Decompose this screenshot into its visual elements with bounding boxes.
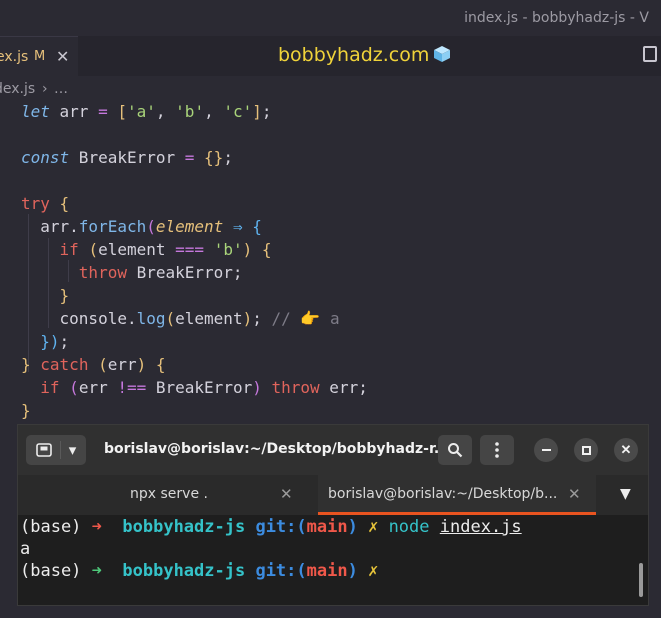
code-line: console.log(element); // 👉 a bbox=[21, 309, 340, 328]
modified-indicator: M bbox=[34, 49, 46, 64]
close-window-button[interactable]: ✕ bbox=[614, 438, 638, 462]
code-line: if (err !== BreakError) throw err; bbox=[40, 378, 368, 397]
terminal-icon bbox=[35, 443, 52, 457]
code-line: } catch (err) { bbox=[21, 355, 166, 374]
window-title: index.js - bobbyhadz-js - V bbox=[464, 10, 649, 26]
brand-banner: bobbyhadz.com bbox=[278, 44, 451, 66]
split-editor-icon[interactable] bbox=[643, 46, 657, 62]
code-line: let arr = ['a', 'b', 'c']; bbox=[21, 102, 272, 121]
new-tab-button[interactable]: ▾ bbox=[26, 435, 86, 465]
window-titlebar: index.js - bobbyhadz-js - V bbox=[0, 0, 661, 36]
breadcrumb: dex.js › … bbox=[0, 76, 661, 102]
code-line: } bbox=[21, 401, 31, 420]
minimize-button[interactable] bbox=[534, 438, 558, 462]
menu-button[interactable] bbox=[480, 435, 514, 465]
editor-tab-index-js[interactable]: ex.js M ✕ bbox=[0, 36, 78, 76]
terminal-output[interactable]: (base) ➜ bobbyhadz-js git:(main) ✗ node … bbox=[18, 515, 648, 605]
minimize-icon bbox=[541, 449, 551, 451]
terminal-tabs: npx serve . ✕ borislav@borislav:~/Deskto… bbox=[18, 475, 648, 515]
brand-text: bobbyhadz.com bbox=[278, 44, 430, 66]
code-line: const BreakError = {}; bbox=[21, 148, 233, 167]
terminal-line: a bbox=[20, 539, 31, 559]
code-line: try { bbox=[21, 194, 70, 213]
close-tab-icon[interactable]: ✕ bbox=[568, 485, 581, 503]
close-icon: ✕ bbox=[620, 442, 632, 457]
terminal-tab-label: npx serve . bbox=[130, 486, 208, 502]
code-line: throw BreakError; bbox=[78, 263, 243, 282]
search-icon bbox=[448, 443, 463, 458]
terminal-header: ▾ borislav@borislav:~/Desktop/bobbyhadz-… bbox=[18, 425, 648, 475]
chevron-down-icon: ▼ bbox=[620, 486, 631, 502]
maximize-icon bbox=[581, 445, 591, 455]
close-tab-icon[interactable]: ✕ bbox=[56, 47, 69, 67]
terminal-tab-label: borislav@borislav:~/Desktop/b... bbox=[328, 486, 558, 502]
close-tab-icon[interactable]: ✕ bbox=[280, 485, 293, 503]
terminal-line: (base) ➜ bobbyhadz-js git:(main) ✗ bbox=[20, 561, 379, 581]
code-line: }); bbox=[40, 332, 70, 351]
terminal-scrollbar[interactable] bbox=[639, 563, 643, 597]
breadcrumb-separator-icon: › bbox=[42, 81, 48, 97]
chevron-down-icon[interactable]: ▾ bbox=[69, 441, 77, 459]
code-line: } bbox=[59, 286, 70, 305]
maximize-button[interactable] bbox=[574, 438, 598, 462]
tabs-dropdown-button[interactable]: ▼ bbox=[596, 475, 648, 515]
search-button[interactable] bbox=[438, 435, 472, 465]
breadcrumb-file[interactable]: dex.js bbox=[0, 81, 35, 97]
terminal-line: (base) ➜ bobbyhadz-js git:(main) ✗ node … bbox=[20, 517, 522, 537]
kebab-menu-icon bbox=[495, 442, 499, 458]
cube-icon bbox=[434, 46, 451, 62]
editor-tabs-bar: ex.js M ✕ bobbyhadz.com bbox=[0, 36, 661, 76]
terminal-window: ▾ borislav@borislav:~/Desktop/bobbyhadz-… bbox=[17, 424, 649, 606]
code-line: arr.forEach(element ⇒ { bbox=[21, 217, 262, 236]
code-line: if (element === 'b') { bbox=[59, 240, 272, 259]
terminal-tab-npx-serve[interactable]: npx serve . ✕ bbox=[18, 475, 318, 515]
breadcrumb-more[interactable]: … bbox=[54, 81, 68, 97]
editor-tab-label: ex.js bbox=[0, 49, 29, 65]
terminal-tab-borislav[interactable]: borislav@borislav:~/Desktop/b... ✕ bbox=[318, 475, 596, 515]
terminal-title: borislav@borislav:~/Desktop/bobbyhadz-r.… bbox=[104, 441, 450, 457]
